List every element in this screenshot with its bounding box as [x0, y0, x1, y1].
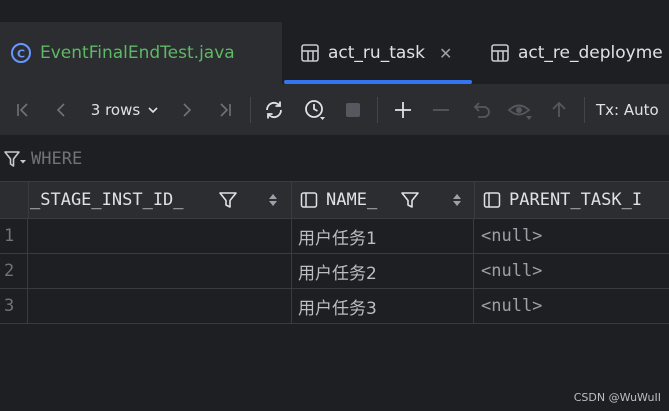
add-row-icon[interactable] [388, 85, 418, 135]
first-page-icon[interactable] [8, 85, 38, 135]
row-number: 1 [0, 219, 28, 253]
active-tab-indicator [284, 80, 472, 84]
tab-java-file[interactable]: C EventFinalEndTest.java [0, 22, 282, 84]
watermark: CSDN @WuWuII [573, 391, 661, 404]
close-icon[interactable]: ✕ [439, 44, 452, 63]
tab-act-re-deployment[interactable]: act_re_deployme [474, 22, 669, 84]
cell-parent-task-id[interactable]: <null> [475, 289, 669, 323]
table-row[interactable]: 2 用户任务2 <null> [0, 254, 669, 289]
grid-header: _STAGE_INST_ID_ NAME_ PARENT_TASK_I [0, 182, 669, 219]
cell-stage-inst-id[interactable] [28, 289, 292, 323]
cell-name[interactable]: 用户任务1 [292, 219, 474, 253]
table-icon [300, 43, 320, 63]
next-page-icon[interactable] [172, 85, 202, 135]
chevron-down-icon [147, 104, 159, 116]
column-header-name[interactable]: NAME_ [292, 182, 475, 218]
revert-icon[interactable] [466, 85, 496, 135]
java-class-icon: C [10, 42, 32, 64]
cell-parent-task-id[interactable]: <null> [475, 219, 669, 253]
transaction-mode-dropdown[interactable]: Tx: Auto [596, 85, 669, 135]
table-row[interactable]: 1 用户任务1 <null> [0, 219, 669, 254]
toolbar-separator [250, 97, 251, 123]
stop-icon[interactable] [339, 85, 367, 135]
column-filter-icon[interactable] [218, 190, 238, 210]
column-header-label: NAME_ [326, 190, 378, 210]
svg-text:C: C [17, 48, 25, 61]
toolbar-separator [377, 97, 378, 123]
column-icon [300, 191, 318, 209]
preview-changes-icon[interactable] [504, 85, 536, 135]
tab-label: act_ru_task [328, 43, 425, 63]
page-size-dropdown[interactable]: 3 rows [84, 85, 166, 135]
rows-count-label: 3 rows [90, 101, 141, 119]
data-toolbar: 3 rows Tx: Auto [0, 85, 669, 136]
row-number-header [0, 182, 29, 218]
title-strip [0, 0, 669, 22]
filter-icon[interactable] [3, 148, 27, 170]
table-icon [490, 43, 510, 63]
sort-icon[interactable] [452, 192, 462, 208]
submit-icon[interactable] [544, 85, 574, 135]
row-number: 2 [0, 254, 28, 288]
column-header-parent-task-id[interactable]: PARENT_TASK_I [475, 182, 669, 218]
sort-icon[interactable] [268, 192, 278, 208]
column-filter-icon[interactable] [400, 190, 420, 210]
delete-row-icon[interactable] [426, 85, 456, 135]
where-filter-bar[interactable]: WHERE [0, 136, 669, 182]
tab-label: EventFinalEndTest.java [40, 43, 235, 63]
cell-stage-inst-id[interactable] [28, 254, 292, 288]
where-placeholder: WHERE [31, 148, 83, 169]
cell-parent-task-id[interactable]: <null> [475, 254, 669, 288]
auto-refresh-clock-icon[interactable] [299, 85, 331, 135]
refresh-icon[interactable] [259, 85, 289, 135]
tab-label: act_re_deployme [518, 43, 663, 63]
cell-stage-inst-id[interactable] [28, 219, 292, 253]
editor-tab-bar: C EventFinalEndTest.java act_ru_task ✕ a… [0, 22, 669, 85]
column-header-label: PARENT_TASK_I [509, 190, 643, 210]
last-page-icon[interactable] [210, 85, 240, 135]
previous-page-icon[interactable] [46, 85, 76, 135]
cell-name[interactable]: 用户任务2 [292, 254, 474, 288]
row-number: 3 [0, 289, 28, 323]
transaction-mode-label: Tx: Auto [596, 101, 659, 119]
table-row[interactable]: 3 用户任务3 <null> [0, 289, 669, 324]
column-header-stage-inst-id[interactable]: _STAGE_INST_ID_ [28, 182, 292, 218]
cell-name[interactable]: 用户任务3 [292, 289, 474, 323]
column-header-label: _STAGE_INST_ID_ [30, 190, 184, 210]
toolbar-separator [584, 97, 585, 123]
column-icon [483, 191, 501, 209]
tab-act-ru-task[interactable]: act_ru_task ✕ [282, 22, 474, 84]
